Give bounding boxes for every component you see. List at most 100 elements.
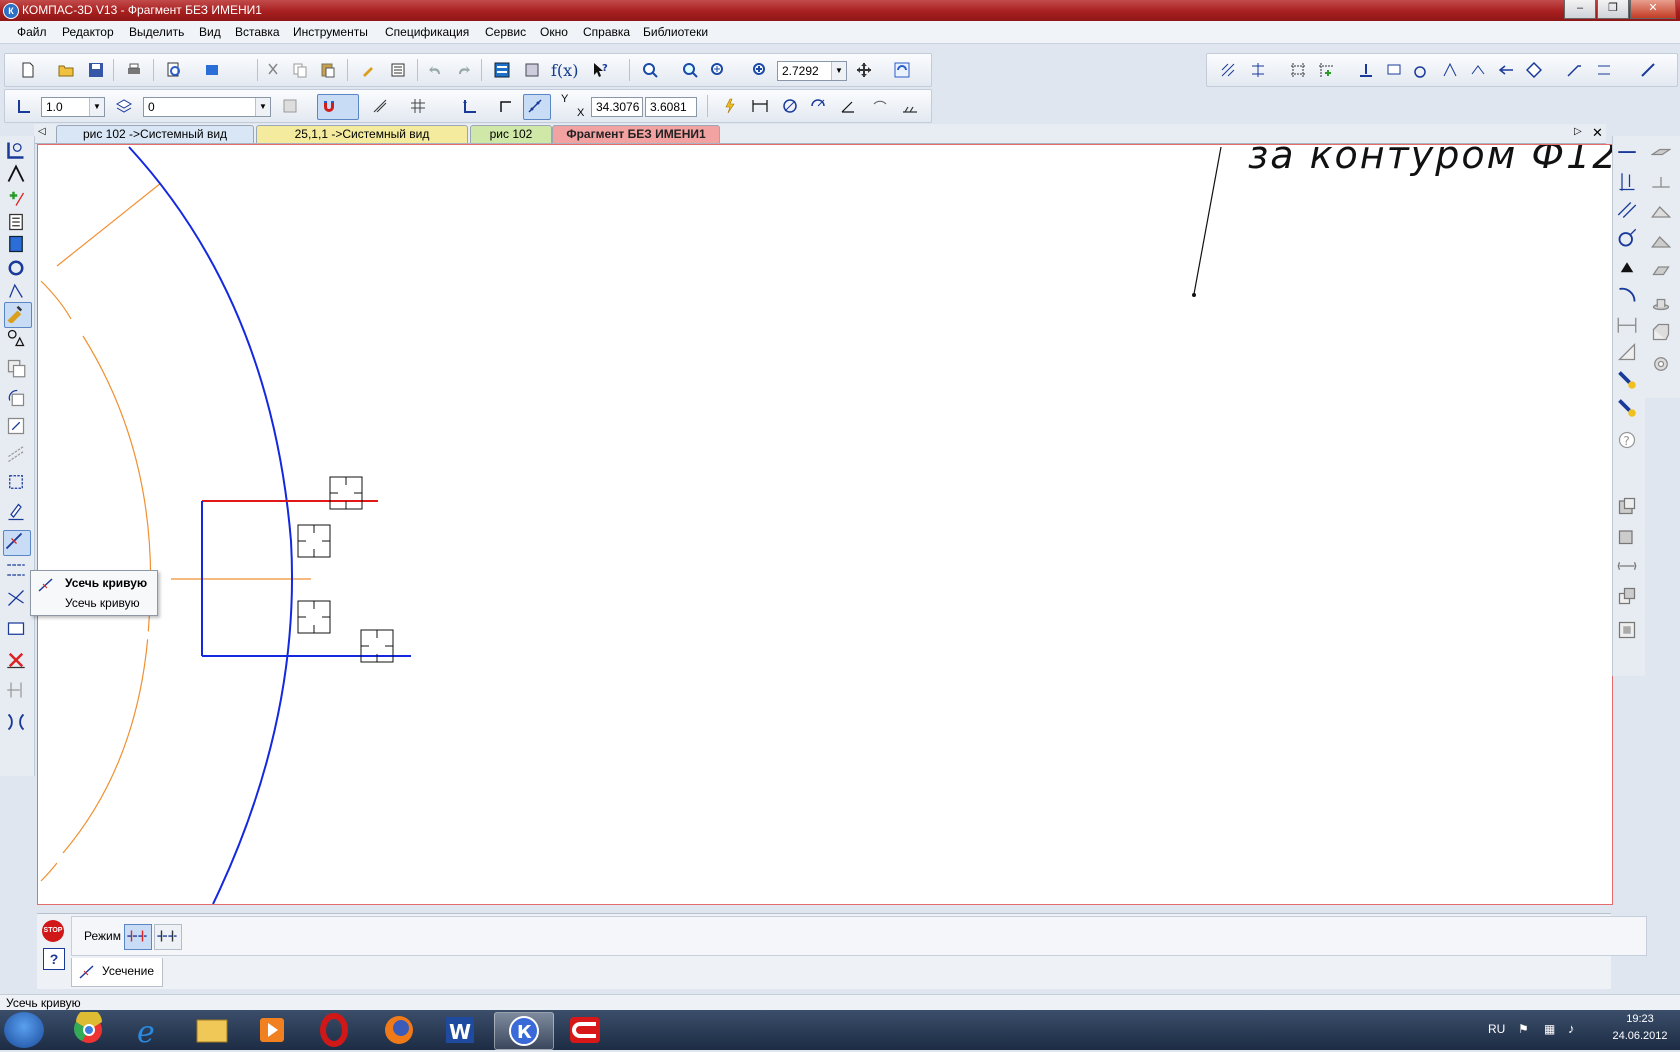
sweep-icon[interactable] [1651, 202, 1677, 226]
save-icon[interactable] [85, 59, 107, 81]
leader-icon[interactable] [1563, 59, 1585, 81]
equidistant-icon[interactable] [1247, 59, 1269, 81]
round-off-icon[interactable] [523, 94, 551, 120]
fillet-icon[interactable] [1651, 292, 1677, 316]
layer-combo[interactable]: 0 ▼ [143, 97, 271, 117]
properties-icon[interactable] [387, 59, 409, 81]
dimension-icon[interactable] [1355, 59, 1377, 81]
roughness-icon[interactable] [1439, 59, 1461, 81]
close-button[interactable]: ✕ [1630, 0, 1676, 19]
shell-icon[interactable] [1651, 322, 1677, 346]
tab-scroll-right-icon[interactable]: ▷ [1574, 126, 1582, 137]
variables-icon[interactable] [521, 59, 543, 81]
zoom-in-icon[interactable] [749, 59, 771, 81]
chevron-down-icon[interactable]: ▼ [255, 98, 270, 116]
parametric-mode-icon[interactable] [279, 95, 301, 117]
minimize-button[interactable]: – [1564, 0, 1596, 19]
arc-icon[interactable] [1617, 284, 1643, 308]
menu-view[interactable]: Вид [199, 25, 221, 39]
ortho-lines-icon[interactable] [369, 95, 391, 117]
align-icon[interactable] [1593, 59, 1615, 81]
angular-dimension-icon[interactable] [837, 95, 859, 117]
language-indicator[interactable]: RU [1488, 1022, 1505, 1036]
chrome-taskbar-icon[interactable] [60, 1009, 118, 1048]
network-icon[interactable]: ▦ [1544, 1022, 1555, 1036]
menu-file[interactable]: Файл [17, 25, 47, 39]
menu-service[interactable]: Сервис [485, 25, 526, 39]
paste-icon[interactable] [317, 59, 339, 81]
revolve-icon[interactable] [1651, 172, 1677, 196]
grid-icon[interactable] [407, 95, 429, 117]
spec-panel-icon[interactable] [6, 328, 32, 352]
ortho-mode-icon[interactable] [495, 95, 517, 117]
extrude-icon[interactable] [1650, 142, 1677, 166]
local-cs-icon[interactable] [459, 95, 481, 117]
trim-two-points-icon[interactable] [6, 560, 32, 584]
layers-icon[interactable] [113, 95, 135, 117]
menu-help[interactable]: Справка [583, 25, 630, 39]
tab-trimming[interactable]: Усечение [71, 958, 163, 987]
tab-ris-102-system-view[interactable]: рис 102 ->Системный вид [56, 125, 254, 143]
tab-25-1-1-system-view[interactable]: 25,1,1 ->Системный вид [256, 125, 468, 143]
mode-trim-button[interactable] [124, 924, 152, 950]
view-4-icon[interactable] [1617, 586, 1643, 610]
break-icon[interactable] [6, 618, 32, 642]
chevron-down-icon[interactable]: ▼ [89, 98, 104, 116]
refresh-icon[interactable] [891, 59, 913, 81]
preview-icon[interactable] [163, 59, 185, 81]
pin-1-icon[interactable] [1617, 370, 1643, 394]
coordinate-system-icon[interactable] [13, 95, 35, 117]
view-5-icon[interactable] [1617, 620, 1643, 644]
stop-button[interactable]: STOP [42, 920, 64, 942]
restore-button[interactable]: ❐ [1597, 0, 1629, 19]
coord-y-field[interactable]: 3.6081 [645, 97, 697, 117]
view-3-icon[interactable] [1617, 556, 1643, 580]
word-taskbar-icon[interactable]: W [432, 1012, 490, 1048]
menu-specification[interactable]: Спецификация [385, 25, 469, 39]
circle-icon[interactable] [1617, 228, 1643, 252]
symmetry-icon[interactable] [6, 444, 32, 468]
clock-time[interactable]: 19:23 [1605, 1013, 1675, 1025]
opera-taskbar-icon[interactable] [305, 1012, 363, 1048]
arc-dimension-icon[interactable] [869, 95, 891, 117]
print-icon[interactable] [123, 59, 145, 81]
menu-window[interactable]: Окно [540, 25, 568, 39]
help-icon[interactable]: ? [1617, 430, 1643, 454]
rotate-icon[interactable] [6, 388, 32, 412]
format-brush-icon[interactable] [357, 59, 379, 81]
split-curve-icon[interactable] [6, 588, 32, 612]
view-1-icon[interactable] [1617, 496, 1643, 520]
fx-icon[interactable]: f(x) [551, 59, 578, 81]
manager-icon[interactable] [201, 59, 223, 81]
scale-icon[interactable] [6, 416, 32, 440]
arrow-icon[interactable] [1495, 59, 1517, 81]
deform-icon[interactable] [6, 472, 32, 496]
segment-icon[interactable] [1617, 142, 1643, 166]
symbols-panel-icon[interactable] [6, 188, 32, 212]
coord-x-field[interactable]: 34.3076 [591, 97, 643, 117]
explorer-taskbar-icon[interactable] [183, 1012, 241, 1048]
select-panel-icon[interactable] [6, 280, 32, 304]
diameter-dimension-icon[interactable] [779, 95, 801, 117]
point-icon[interactable] [1617, 256, 1643, 280]
ie-taskbar-icon[interactable]: e [120, 1012, 178, 1050]
menu-tools[interactable]: Инструменты [293, 25, 368, 39]
edit-panel-icon[interactable] [6, 212, 32, 236]
extend-icon[interactable] [6, 680, 32, 704]
loft-icon[interactable] [1651, 232, 1677, 256]
pan-icon[interactable] [853, 59, 875, 81]
cut-extrude-icon[interactable] [1651, 262, 1677, 286]
firefox-taskbar-icon[interactable] [370, 1012, 428, 1048]
distance-icon[interactable] [1617, 314, 1643, 338]
add-point-icon[interactable] [1315, 59, 1337, 81]
open-folder-icon[interactable] [55, 59, 77, 81]
flag-icon[interactable]: ⚑ [1518, 1022, 1529, 1036]
measure-panel-icon[interactable] [6, 258, 32, 282]
dimensions-panel-icon[interactable] [6, 164, 32, 188]
move-icon[interactable] [6, 358, 32, 382]
redo-icon[interactable] [452, 59, 474, 81]
menu-insert[interactable]: Вставка [235, 25, 280, 39]
menu-select[interactable]: Выделить [129, 25, 184, 39]
zoom-combo[interactable]: 2.7292 ▼ [777, 61, 847, 81]
editing-tools-icon[interactable] [4, 302, 32, 328]
